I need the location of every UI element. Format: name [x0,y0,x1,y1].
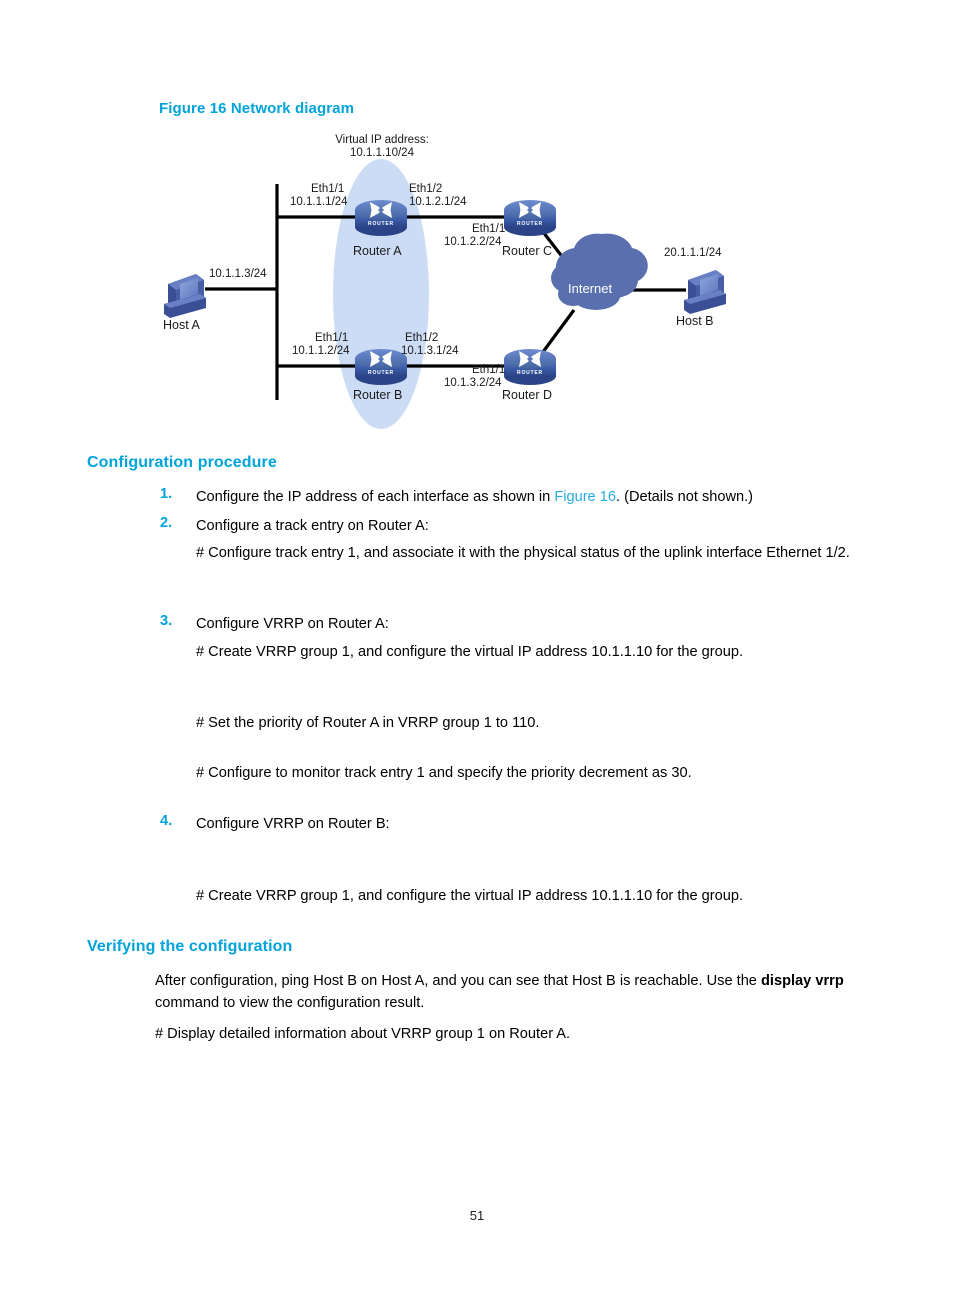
svg-text:ROUTER: ROUTER [517,370,543,376]
router-d-icon: ROUTER [504,349,556,385]
note-display-detail: # Display detailed information about VRR… [155,1026,571,1042]
host-a-ip: 10.1.1.3/24 [209,268,267,280]
vrrp-command-word: vrrp [815,973,844,989]
host-b-icon [684,270,726,314]
router-b-eth1-1-ip: 10.1.1.2/24 [292,345,350,357]
step-4-number: 4. [160,813,173,829]
internet-cloud-icon [551,233,648,310]
note-track-entry-line2: 1/2. [825,545,850,561]
note-track-entry: # Configure track entry 1, and associate… [196,542,896,564]
step-3-text: Configure VRRP on Router A: [196,616,389,632]
link-routerd-internet [538,309,576,357]
host-a-name: Host A [163,318,200,332]
display-command-word: display [760,973,812,989]
step-1-text-before: Configure the IP address of each interfa… [196,489,555,505]
step-1-text-after: . (Details not shown.) [615,489,754,505]
heading-verifying-configuration: Verifying the configuration [87,938,293,955]
step-2-number: 2. [160,515,173,531]
router-d-eth1-1-ip: 10.1.3.2/24 [444,377,502,389]
svg-text:ROUTER: ROUTER [517,221,543,227]
verifying-paragraph: After configuration, ping Host B on Host… [155,970,873,1014]
router-c-icon: ROUTER [504,200,556,236]
router-a-eth1-2-ip: 10.1.2.1/24 [409,196,467,208]
router-b-eth1-2-name: Eth1/2 [405,332,439,344]
step-1-number: 1. [160,486,173,502]
router-d-eth1-1-name: Eth1/1 [472,364,506,376]
router-b-icon: ROUTER [355,349,407,385]
router-b-eth1-1-name: Eth1/1 [315,332,349,344]
router-c-eth1-1-name: Eth1/1 [472,223,506,235]
virtual-ip-label: Virtual IP address: 10.1.1.10/24 [327,134,437,160]
router-a-eth1-1-ip: 10.1.1.1/24 [290,196,348,208]
note-set-priority: # Set the priority of Router A in VRRP g… [196,715,540,731]
router-a-name: Router A [353,244,402,258]
router-a-icon: ROUTER [355,200,407,236]
step-4-text: Configure VRRP on Router B: [196,816,390,832]
figure-caption: Figure 16 Network diagram [159,100,355,117]
router-a-eth1-1-name: Eth1/1 [311,183,345,195]
router-c-name: Router C [502,244,553,258]
step-2-text: Configure a track entry on Router A: [196,518,429,534]
page-number: 51 [469,1208,485,1223]
router-b-name: Router B [353,388,403,402]
router-c-eth1-1-ip: 10.1.2.2/24 [444,236,502,248]
verifying-text-part1: After configuration, ping Host B on Host… [155,973,761,989]
network-diagram: ROUTER ROUTER ROUTER ROUTER Virtual IP a… [0,128,954,433]
svg-text:ROUTER: ROUTER [368,221,394,227]
figure-16-link[interactable]: Figure 16 [554,489,616,505]
note-create-group-b: # Create VRRP group 1, and configure the… [196,888,744,904]
note-create-group-a: # Create VRRP group 1, and configure the… [196,644,744,660]
virtual-ip-line1: Virtual IP address: [335,134,429,146]
host-b-name: Host B [676,314,714,328]
note-track-entry-line1: # Configure track entry 1, and associate… [196,545,822,561]
router-a-eth1-2-name: Eth1/2 [409,183,443,195]
svg-text:ROUTER: ROUTER [368,370,394,376]
note-monitor-track: # Configure to monitor track entry 1 and… [196,765,692,781]
heading-configuration-procedure: Configuration procedure [87,454,277,471]
virtual-ip-line2: 10.1.1.10/24 [350,147,414,159]
internet-cloud-label: Internet [568,281,613,296]
host-a-icon [164,274,206,318]
router-b-eth1-2-ip: 10.1.3.1/24 [401,345,459,357]
step-3-number: 3. [160,613,173,629]
verifying-text-part2: command to view the configuration result… [155,995,425,1011]
step-1-text: Configure the IP address of each interfa… [196,486,916,508]
router-d-name: Router D [502,388,553,402]
host-b-ip: 20.1.1.1/24 [664,247,722,259]
